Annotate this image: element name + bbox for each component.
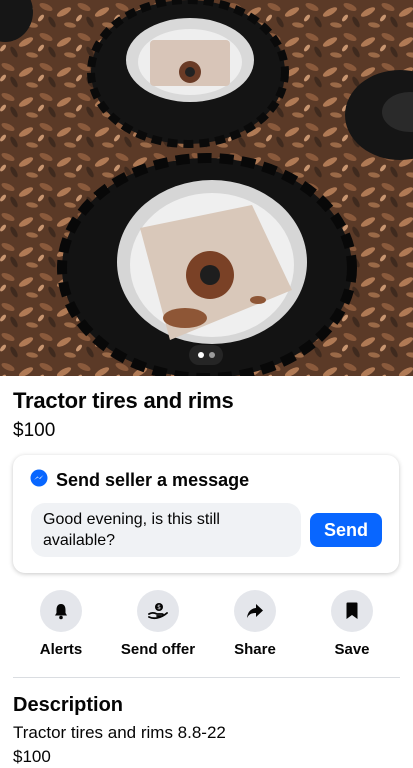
listing-price: $100 <box>13 420 56 441</box>
share-button[interactable]: Share <box>205 590 305 658</box>
description-line-1: Tractor tires and rims 8.8-22 <box>13 723 226 742</box>
photo-pager[interactable] <box>189 345 223 365</box>
send-button[interactable]: Send <box>310 513 382 547</box>
alerts-button[interactable]: Alerts <box>11 590 111 658</box>
description-line-2: $100 <box>13 747 51 766</box>
offer-hand-icon: $ <box>137 590 179 632</box>
listing-title: Tractor tires and rims <box>13 388 234 413</box>
action-bar: Alerts $ Send offer Share Save <box>0 590 413 670</box>
save-button[interactable]: Save <box>302 590 402 658</box>
svg-text:$: $ <box>157 604 161 611</box>
listing-photo[interactable] <box>0 0 413 376</box>
tires-image <box>0 0 413 376</box>
description-heading: Description <box>13 694 124 716</box>
pager-dot <box>208 352 215 358</box>
bell-icon <box>40 590 82 632</box>
bookmark-icon <box>331 590 373 632</box>
save-label: Save <box>334 641 370 658</box>
send-offer-label: Send offer <box>120 641 196 658</box>
send-offer-button[interactable]: $ Send offer <box>108 590 208 658</box>
share-label: Share <box>234 641 276 658</box>
message-card: Send seller a message Good evening, is t… <box>13 455 399 573</box>
pager-dot-active <box>197 352 204 358</box>
messenger-icon <box>30 469 48 492</box>
divider <box>13 677 400 678</box>
share-arrow-icon <box>234 590 276 632</box>
message-input[interactable]: Good evening, is this still available? <box>31 503 301 557</box>
alerts-label: Alerts <box>39 641 83 658</box>
message-heading-row: Send seller a message <box>30 469 249 492</box>
message-heading: Send seller a message <box>56 470 250 490</box>
